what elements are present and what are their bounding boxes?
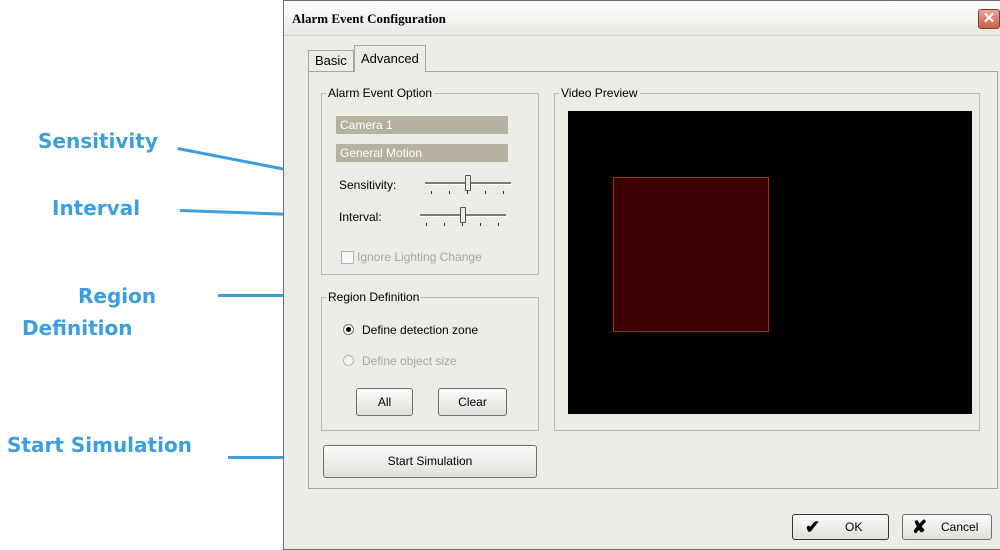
all-button[interactable]: All — [356, 388, 413, 416]
slider-tick — [503, 191, 504, 194]
define-object-size-radio[interactable] — [343, 355, 354, 366]
alarm-event-option-legend: Alarm Event Option — [326, 86, 435, 100]
define-detection-zone-label: Define detection zone — [362, 323, 479, 337]
video-preview-legend: Video Preview — [559, 86, 640, 100]
close-icon: ✕ — [982, 10, 996, 27]
clear-button[interactable]: Clear — [438, 388, 507, 416]
annotation-sensitivity: Sensitivity — [38, 129, 158, 153]
annotation-region-line2: Definition — [22, 316, 133, 340]
slider-tick — [480, 223, 481, 226]
close-button[interactable]: ✕ — [978, 9, 1000, 29]
slider-tick — [462, 223, 463, 226]
video-preview-group: Video Preview — [554, 86, 980, 431]
interval-slider[interactable] — [420, 205, 506, 227]
annotation-interval: Interval — [52, 196, 141, 220]
define-object-size-label: Define object size — [362, 354, 457, 368]
region-definition-legend: Region Definition — [326, 290, 422, 304]
sensitivity-slider-thumb[interactable] — [465, 175, 471, 191]
slider-tick — [467, 191, 468, 194]
tab-advanced[interactable]: Advanced — [354, 45, 426, 72]
slider-tick — [444, 223, 445, 226]
dialog-title: Alarm Event Configuration — [292, 11, 446, 26]
advanced-panel: Alarm Event Option Camera 1 General Moti… — [308, 71, 998, 489]
checkmark-icon: ✔ — [805, 517, 821, 537]
ignore-lighting-label: Ignore Lighting Change — [357, 250, 482, 264]
alarm-event-dialog: Alarm Event Configuration ✕ Basic Advanc… — [283, 0, 1000, 550]
slider-tick — [498, 223, 499, 226]
sensitivity-slider[interactable] — [425, 173, 511, 195]
event-type-field: General Motion — [336, 144, 508, 162]
slider-tick — [431, 191, 432, 194]
slider-tick — [485, 191, 486, 194]
define-detection-zone-radio[interactable] — [343, 324, 354, 335]
interval-label: Interval: — [339, 210, 382, 224]
alarm-event-option-group: Alarm Event Option Camera 1 General Moti… — [321, 86, 539, 275]
ok-label: OK — [845, 520, 863, 534]
title-bar: Alarm Event Configuration ✕ — [284, 1, 1000, 36]
interval-slider-thumb[interactable] — [460, 207, 466, 223]
slider-tick — [426, 223, 427, 226]
start-simulation-button[interactable]: Start Simulation — [323, 445, 537, 478]
video-preview-canvas[interactable] — [568, 111, 972, 414]
slider-tick — [449, 191, 450, 194]
tab-basic[interactable]: Basic — [308, 50, 354, 72]
x-icon: ✘ — [912, 517, 928, 537]
sensitivity-label: Sensitivity: — [339, 178, 397, 192]
region-definition-group: Region Definition Define detection zone … — [321, 290, 539, 431]
ignore-lighting-checkbox[interactable] — [341, 251, 354, 264]
annotation-region-line1: Region — [78, 284, 157, 308]
cancel-button[interactable]: ✘ Cancel — [902, 514, 992, 540]
ok-button[interactable]: ✔ OK — [792, 514, 889, 540]
camera-field: Camera 1 — [336, 116, 508, 134]
detection-zone[interactable] — [613, 177, 769, 332]
annotation-start-simulation: Start Simulation — [7, 433, 192, 457]
cancel-label: Cancel — [941, 520, 979, 534]
